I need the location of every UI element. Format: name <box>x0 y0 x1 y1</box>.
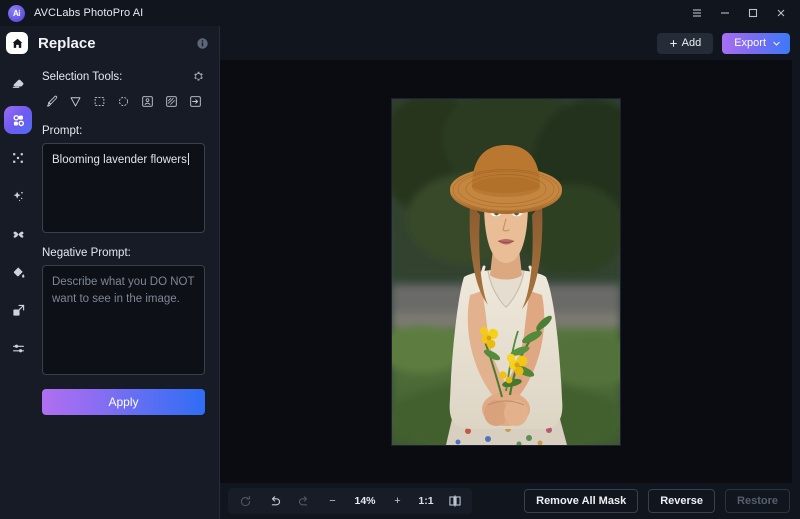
close-button[interactable] <box>768 2 794 24</box>
add-button-label: Add <box>681 37 702 49</box>
mask-actions: Remove All Mask Reverse Restore <box>524 489 790 513</box>
title-bar: Ai AVCLabs PhotoPro AI <box>0 0 800 26</box>
text-caret <box>187 153 189 165</box>
right-side: Add Export − 14% + 1:1 Remove All Mask R… <box>220 26 800 519</box>
bottom-toolbar: − 14% + 1:1 Remove All Mask Reverse Rest… <box>220 483 800 519</box>
info-icon[interactable] <box>196 37 209 50</box>
left-panel: Replace Selection Tools: Prompt: Bloomin… <box>0 26 220 519</box>
window-controls <box>684 2 794 24</box>
reset-circle-icon <box>240 495 251 506</box>
tool-brush[interactable] <box>42 91 61 111</box>
minimize-button[interactable] <box>712 2 738 24</box>
zoom-out-button[interactable]: − <box>319 490 346 512</box>
controls-column: Selection Tools: Prompt: Blooming lavend… <box>36 60 219 519</box>
rail-item-replace[interactable] <box>4 106 32 134</box>
zoom-in-button[interactable]: + <box>384 490 411 512</box>
page-title: Replace <box>38 34 96 52</box>
tool-import-mask[interactable] <box>186 91 205 111</box>
magic-wand-icon <box>13 191 23 201</box>
tool-background-select[interactable] <box>162 91 181 111</box>
photo-image <box>392 98 620 445</box>
ellipse-select-icon <box>118 96 129 106</box>
panel-header: Replace <box>0 26 219 60</box>
eraser-icon <box>12 79 23 88</box>
tool-rail <box>0 60 36 519</box>
panel-main: Selection Tools: Prompt: Blooming lavend… <box>0 60 219 519</box>
compare-button[interactable] <box>441 490 468 512</box>
menu-button[interactable] <box>684 2 710 24</box>
top-toolbar: Add Export <box>220 26 800 60</box>
rail-item-expand[interactable] <box>4 144 32 172</box>
rail-item-erase[interactable] <box>4 68 32 96</box>
reset-button[interactable] <box>232 490 259 512</box>
home-icon <box>12 38 22 48</box>
gear-icon[interactable] <box>192 70 205 83</box>
image-canvas[interactable] <box>220 60 792 483</box>
selection-tools-label: Selection Tools: <box>42 70 123 83</box>
restore-button: Restore <box>725 489 790 513</box>
plus-icon <box>669 39 677 47</box>
resize-icon <box>12 304 24 316</box>
rail-item-enhance[interactable] <box>4 182 32 210</box>
apply-button[interactable]: Apply <box>42 389 205 415</box>
rail-item-retouch[interactable] <box>4 220 32 248</box>
prompt-label: Prompt: <box>42 125 83 137</box>
main-body: Replace Selection Tools: Prompt: Bloomin… <box>0 26 800 519</box>
rail-item-adjust[interactable] <box>4 334 32 362</box>
negative-prompt-input[interactable]: Describe what you DO NOT want to see in … <box>42 265 205 375</box>
sliders-icon <box>12 344 24 352</box>
subject-portrait-icon <box>142 95 153 107</box>
brush-icon <box>46 95 58 106</box>
reverse-button[interactable]: Reverse <box>648 489 716 513</box>
remove-all-mask-button[interactable]: Remove All Mask <box>524 489 639 513</box>
app-brand: Ai AVCLabs PhotoPro AI <box>8 4 144 22</box>
prompt-input[interactable]: Blooming lavender flowers <box>42 143 205 233</box>
app-title: AVCLabs PhotoPro AI <box>34 7 144 19</box>
export-button[interactable]: Export <box>722 32 790 54</box>
add-button[interactable]: Add <box>656 32 714 54</box>
photo-preview[interactable] <box>392 98 620 445</box>
rectangle-select-icon <box>94 96 105 106</box>
selection-tools <box>42 91 205 111</box>
negative-prompt-label: Negative Prompt: <box>42 247 131 259</box>
redo-arrow-icon <box>298 496 307 506</box>
tool-rect-select[interactable] <box>90 91 109 111</box>
undo-arrow-icon <box>271 496 280 506</box>
undo-button[interactable] <box>261 490 288 512</box>
selection-tools-row: Selection Tools: <box>42 70 205 83</box>
rail-item-colorize[interactable] <box>4 258 32 286</box>
redo-button[interactable] <box>290 490 317 512</box>
home-button[interactable] <box>6 32 28 54</box>
app-logo-icon: Ai <box>8 4 25 22</box>
cursor-lasso-icon <box>70 96 81 106</box>
tool-ellipse-select[interactable] <box>114 91 133 111</box>
actual-size-button[interactable]: 1:1 <box>413 495 439 507</box>
background-hatch-icon <box>166 95 177 107</box>
prompt-value: Blooming lavender flowers <box>52 154 187 166</box>
import-arrow-icon <box>190 95 201 107</box>
chevron-down-icon <box>773 41 780 45</box>
split-compare-icon <box>448 495 461 507</box>
maximize-button[interactable] <box>740 2 766 24</box>
application-window: Ai AVCLabs PhotoPro AI Replace Selection… <box>0 0 800 519</box>
butterfly-icon <box>13 231 23 238</box>
paint-bucket-icon <box>13 266 24 278</box>
zoom-level-label: 14% <box>354 495 376 507</box>
tool-lasso[interactable] <box>66 91 85 111</box>
expand-corners-icon <box>13 153 23 163</box>
rail-item-resize[interactable] <box>4 296 32 324</box>
replace-magic-icon <box>12 114 24 126</box>
export-button-label: Export <box>734 37 766 49</box>
tool-subject-select[interactable] <box>138 91 157 111</box>
zoom-controls: − 14% + 1:1 <box>228 488 472 514</box>
